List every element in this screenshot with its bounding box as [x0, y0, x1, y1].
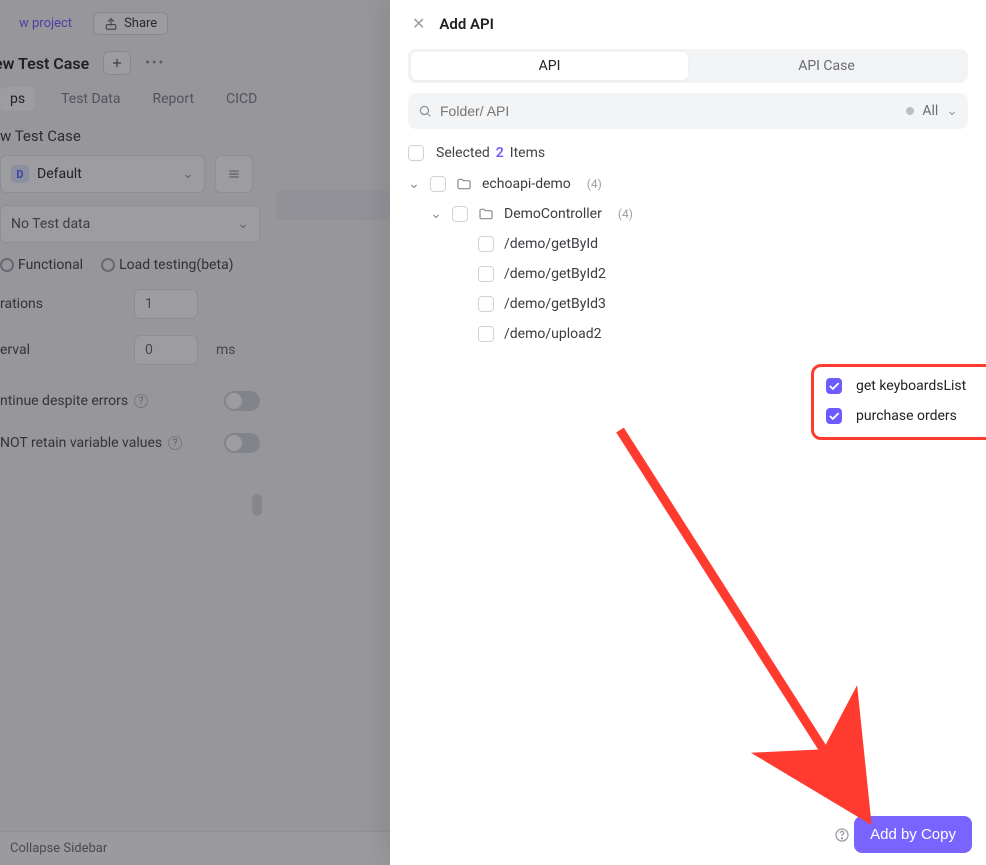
tree-leaf[interactable]: /demo/getById — [408, 229, 968, 259]
checkbox[interactable] — [478, 296, 494, 312]
tree-leaf[interactable]: /demo/upload2 — [408, 319, 968, 349]
tree-leaf[interactable]: /demo/getById2 — [408, 259, 968, 289]
tab-api[interactable]: API — [411, 52, 688, 80]
filter-all[interactable]: All ⌄ — [906, 103, 958, 119]
checkbox[interactable] — [430, 176, 446, 192]
tree-leaf-name: /demo/getById2 — [504, 266, 606, 282]
segmented-tabs: API API Case — [408, 49, 968, 83]
selected-suffix: Items — [510, 145, 545, 161]
select-all-checkbox[interactable] — [408, 145, 424, 161]
checkbox-checked[interactable] — [826, 408, 842, 424]
selected-highlight-box: get keyboardsList purchase orders — [811, 364, 986, 440]
tree-leaf-name: purchase orders — [856, 408, 957, 424]
search-input[interactable] — [440, 103, 898, 119]
checkbox-checked[interactable] — [826, 378, 842, 394]
selected-summary: Selected 2 Items — [408, 145, 968, 161]
chevron-down-icon: ⌄ — [946, 103, 958, 119]
tree-leaf-name: /demo/getById3 — [504, 296, 606, 312]
filter-all-label: All — [922, 103, 938, 119]
selected-prefix: Selected — [436, 145, 490, 161]
tree-leaf-name: get keyboardsList — [856, 378, 966, 394]
help-icon[interactable] — [834, 827, 850, 847]
chevron-down-icon: ⌄ — [430, 206, 442, 222]
search-icon — [418, 104, 432, 118]
panel-title: Add API — [439, 15, 494, 33]
check-icon — [827, 379, 841, 393]
checkbox[interactable] — [452, 206, 468, 222]
api-tree: ⌄ echoapi-demo (4) ⌄ DemoController (4) … — [390, 169, 986, 349]
tree-node-root[interactable]: ⌄ echoapi-demo (4) — [408, 169, 968, 199]
tree-selected-item[interactable]: purchase orders — [818, 401, 986, 431]
tab-api-case[interactable]: API Case — [688, 52, 965, 80]
folder-icon — [456, 176, 472, 192]
close-icon[interactable]: ✕ — [412, 14, 425, 33]
check-icon — [827, 409, 841, 423]
tree-leaf[interactable]: /demo/getById3 — [408, 289, 968, 319]
folder-icon — [478, 206, 494, 222]
search-input-wrap: All ⌄ — [408, 93, 968, 129]
tree-leaf-name: /demo/getById — [504, 236, 598, 252]
tree-node-name: DemoController — [504, 206, 602, 222]
selected-count: 2 — [496, 145, 504, 161]
add-api-panel: ✕ Add API API API Case All ⌄ Selected 2 … — [390, 0, 986, 865]
tree-node-name: echoapi-demo — [482, 176, 571, 192]
checkbox[interactable] — [478, 326, 494, 342]
chevron-down-icon: ⌄ — [408, 176, 420, 192]
tree-leaf-name: /demo/upload2 — [504, 326, 601, 342]
add-by-copy-button[interactable]: Add by Copy — [854, 816, 972, 853]
tree-node-count: (4) — [618, 207, 633, 221]
checkbox[interactable] — [478, 266, 494, 282]
checkbox[interactable] — [478, 236, 494, 252]
tree-selected-item[interactable]: get keyboardsList — [818, 371, 986, 401]
status-dot-icon — [906, 107, 914, 115]
tree-node-count: (4) — [587, 177, 602, 191]
tree-node-folder[interactable]: ⌄ DemoController (4) — [408, 199, 968, 229]
